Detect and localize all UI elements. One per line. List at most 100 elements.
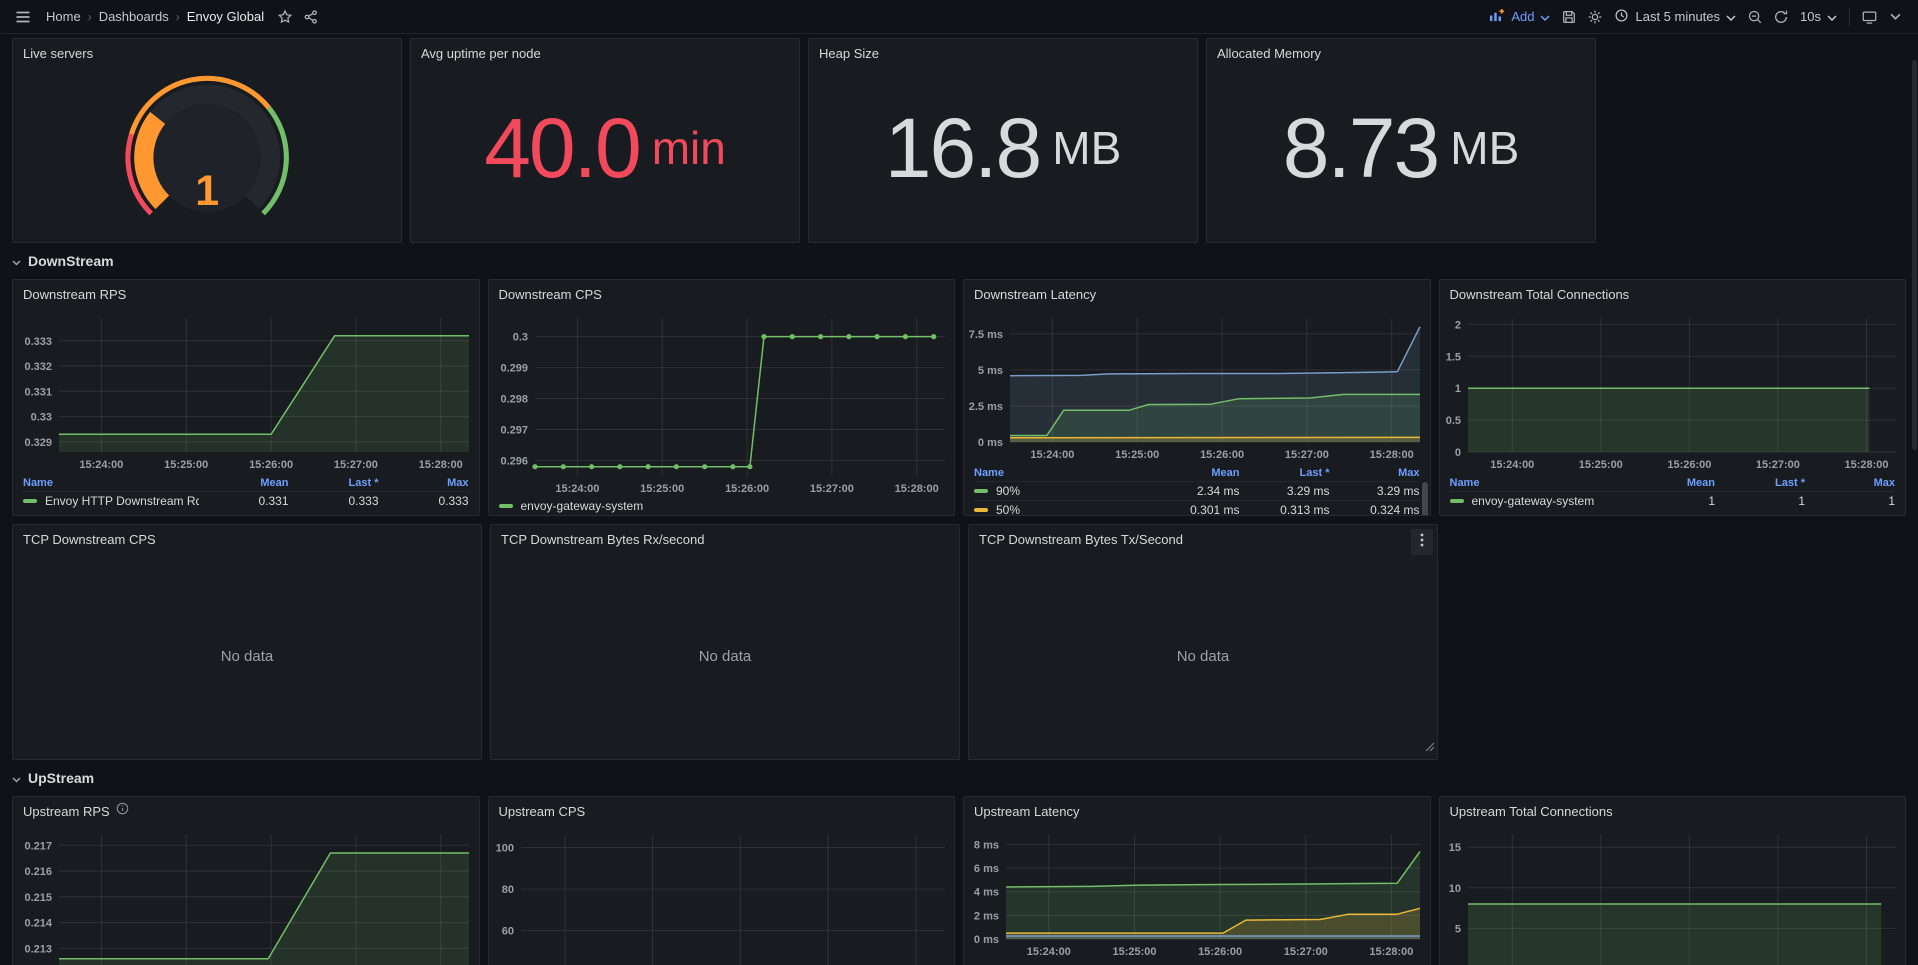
legend-row[interactable]: Envoy HTTP Downstream Rq total0.3310.333… bbox=[23, 491, 469, 510]
svg-text:0.33: 0.33 bbox=[31, 412, 52, 424]
upstream-latency-chart[interactable]: 15:24:0015:25:0015:26:0015:27:0015:28:00… bbox=[964, 825, 1430, 961]
panel-title[interactable]: TCP Downstream Bytes Tx/Second bbox=[979, 532, 1183, 547]
panel-title[interactable]: Downstream RPS bbox=[23, 287, 126, 302]
panel-title[interactable]: TCP Downstream CPS bbox=[23, 532, 156, 547]
downstream-total-connections-chart[interactable]: 15:24:0015:25:0015:26:0015:27:0015:28:00… bbox=[1440, 308, 1906, 474]
svg-text:15:27:00: 15:27:00 bbox=[1284, 946, 1328, 958]
panel-heap-size: Heap Size 16.8 MB bbox=[808, 38, 1198, 243]
panel-title[interactable]: Heap Size bbox=[819, 46, 879, 61]
time-range-picker[interactable]: Last 5 minutes bbox=[1608, 4, 1742, 30]
panel-upstream-latency: Upstream Latency 15:24:0015:25:0015:26:0… bbox=[963, 796, 1431, 965]
dashboard-canvas: Live servers 1 Avg uptime per node 40.0 … bbox=[0, 34, 1918, 965]
downstream-cps-chart[interactable]: 15:24:0015:25:0015:26:0015:27:0015:28:00… bbox=[489, 308, 955, 498]
legend-item[interactable]: envoy-gateway-system bbox=[499, 498, 945, 513]
breadcrumb-dashboards[interactable]: Dashboards bbox=[99, 9, 169, 24]
save-dashboard-button[interactable] bbox=[1556, 4, 1582, 30]
legend-row[interactable]: 90%2.34 ms3.29 ms3.29 ms bbox=[974, 481, 1420, 500]
panel-upstream-cps: Upstream CPS 15:24:0015:25:0015:26:0015:… bbox=[488, 796, 956, 965]
section-header-upstream[interactable]: UpStream bbox=[12, 760, 1906, 796]
panel-title[interactable]: Upstream RPS bbox=[23, 804, 110, 819]
panel-live-servers: Live servers 1 bbox=[12, 38, 402, 243]
panel-title[interactable]: Downstream Latency bbox=[974, 287, 1096, 302]
panel-title[interactable]: Upstream Total Connections bbox=[1450, 804, 1613, 819]
svg-text:15:26:00: 15:26:00 bbox=[249, 459, 293, 471]
share-button[interactable] bbox=[298, 4, 324, 30]
zoom-out-time-button[interactable] bbox=[1742, 4, 1768, 30]
svg-text:15:27:00: 15:27:00 bbox=[1285, 449, 1329, 461]
panel-title[interactable]: Avg uptime per node bbox=[421, 46, 541, 61]
panel-downstream-cps: Downstream CPS 15:24:0015:25:0015:26:001… bbox=[488, 279, 956, 516]
svg-text:15:28:00: 15:28:00 bbox=[1844, 459, 1888, 471]
section-header-downstream[interactable]: DownStream bbox=[12, 243, 1906, 279]
downstream-total-connections-legend: NameMeanLast *Maxenvoy-gateway-system111 bbox=[1440, 474, 1906, 510]
nav-divider bbox=[1849, 8, 1850, 26]
tv-mode-button[interactable] bbox=[1856, 4, 1882, 30]
svg-text:0.329: 0.329 bbox=[24, 437, 52, 449]
time-range-label: Last 5 minutes bbox=[1635, 9, 1720, 24]
svg-text:0.332: 0.332 bbox=[24, 361, 52, 373]
refresh-interval-picker[interactable]: 10s bbox=[1794, 4, 1843, 30]
legend-header: NameMeanLast *Max bbox=[974, 464, 1420, 481]
refresh-button[interactable] bbox=[1768, 4, 1794, 30]
panel-title[interactable]: Downstream Total Connections bbox=[1450, 287, 1630, 302]
downstream-latency-chart[interactable]: 15:24:0015:25:0015:26:0015:27:0015:28:00… bbox=[964, 308, 1430, 464]
panel-title[interactable]: Upstream CPS bbox=[499, 804, 586, 819]
page-scrollbar[interactable] bbox=[1912, 60, 1917, 450]
breadcrumb-home[interactable]: Home bbox=[46, 9, 81, 24]
chevron-down-icon bbox=[1890, 13, 1901, 20]
svg-text:15: 15 bbox=[1448, 842, 1460, 854]
add-button[interactable]: Add bbox=[1482, 4, 1556, 30]
legend-row[interactable]: 50%0.301 ms0.313 ms0.324 ms bbox=[974, 500, 1420, 516]
svg-text:0.5: 0.5 bbox=[1445, 415, 1460, 427]
svg-text:80: 80 bbox=[501, 884, 513, 896]
gear-icon bbox=[1587, 9, 1603, 25]
upstream-rps-chart[interactable]: 15:24:0015:25:0015:26:0015:27:0015:28:00… bbox=[13, 825, 479, 965]
breadcrumb-current-dashboard[interactable]: Envoy Global bbox=[187, 9, 264, 24]
svg-text:0.333: 0.333 bbox=[24, 336, 52, 348]
upstream-total-connections-chart[interactable]: 15:24:0015:25:0015:26:0015:27:0015:28:00… bbox=[1440, 825, 1906, 965]
svg-text:5: 5 bbox=[1454, 923, 1460, 935]
menu-toggle-button[interactable] bbox=[10, 4, 36, 30]
svg-text:1.5: 1.5 bbox=[1445, 351, 1460, 363]
svg-text:15:26:00: 15:26:00 bbox=[1198, 946, 1242, 958]
svg-text:15:24:00: 15:24:00 bbox=[1490, 459, 1534, 471]
breadcrumb-separator: › bbox=[88, 10, 92, 24]
chevron-down-icon bbox=[12, 770, 21, 786]
legend-scrollbar[interactable] bbox=[1422, 482, 1428, 516]
svg-text:6 ms: 6 ms bbox=[974, 863, 999, 875]
svg-text:0.297: 0.297 bbox=[500, 425, 528, 437]
panel-tcp-downstream-bytes-tx: TCP Downstream Bytes Tx/Second No data bbox=[968, 524, 1438, 760]
svg-text:7.5 ms: 7.5 ms bbox=[969, 329, 1003, 341]
panel-menu-button[interactable] bbox=[1411, 529, 1433, 555]
panel-resize-handle[interactable] bbox=[1425, 739, 1435, 757]
svg-text:10: 10 bbox=[1448, 883, 1460, 895]
live-servers-gauge[interactable]: 1 bbox=[13, 67, 401, 239]
upstream-cps-chart[interactable]: 15:24:0015:25:0015:26:0015:27:0015:28:00… bbox=[489, 825, 955, 965]
nav-more-button[interactable] bbox=[1882, 4, 1908, 30]
svg-text:0.217: 0.217 bbox=[24, 840, 52, 852]
panel-title[interactable]: TCP Downstream Bytes Rx/second bbox=[501, 532, 705, 547]
info-icon bbox=[116, 802, 129, 820]
svg-text:1: 1 bbox=[1454, 383, 1460, 395]
svg-text:0 ms: 0 ms bbox=[978, 437, 1003, 449]
kebab-icon bbox=[1420, 533, 1424, 552]
panel-title[interactable]: Live servers bbox=[23, 46, 93, 61]
panel-title[interactable]: Allocated Memory bbox=[1217, 46, 1321, 61]
dashboard-settings-button[interactable] bbox=[1582, 4, 1608, 30]
chevron-down-icon bbox=[1827, 9, 1837, 24]
favorite-star-button[interactable] bbox=[272, 4, 298, 30]
svg-text:0.331: 0.331 bbox=[24, 386, 52, 398]
panel-downstream-total-connections: Downstream Total Connections 15:24:00 15:… bbox=[1439, 279, 1907, 516]
svg-text:2: 2 bbox=[1454, 319, 1460, 331]
svg-text:60: 60 bbox=[501, 926, 513, 938]
panel-title[interactable]: Downstream CPS bbox=[499, 287, 602, 302]
svg-text:0.299: 0.299 bbox=[500, 363, 528, 375]
svg-text:15:25:00: 15:25:00 bbox=[164, 459, 208, 471]
breadcrumb-separator: › bbox=[176, 10, 180, 24]
legend-header: NameMeanLast *Max bbox=[974, 961, 1420, 965]
legend-row[interactable]: envoy-gateway-system111 bbox=[1450, 491, 1896, 510]
svg-text:8 ms: 8 ms bbox=[974, 840, 999, 852]
no-data-message: No data bbox=[13, 553, 481, 759]
panel-title[interactable]: Upstream Latency bbox=[974, 804, 1080, 819]
downstream-rps-chart[interactable]: 15:24:0015:25:0015:26:0015:27:0015:28:00… bbox=[13, 308, 479, 474]
